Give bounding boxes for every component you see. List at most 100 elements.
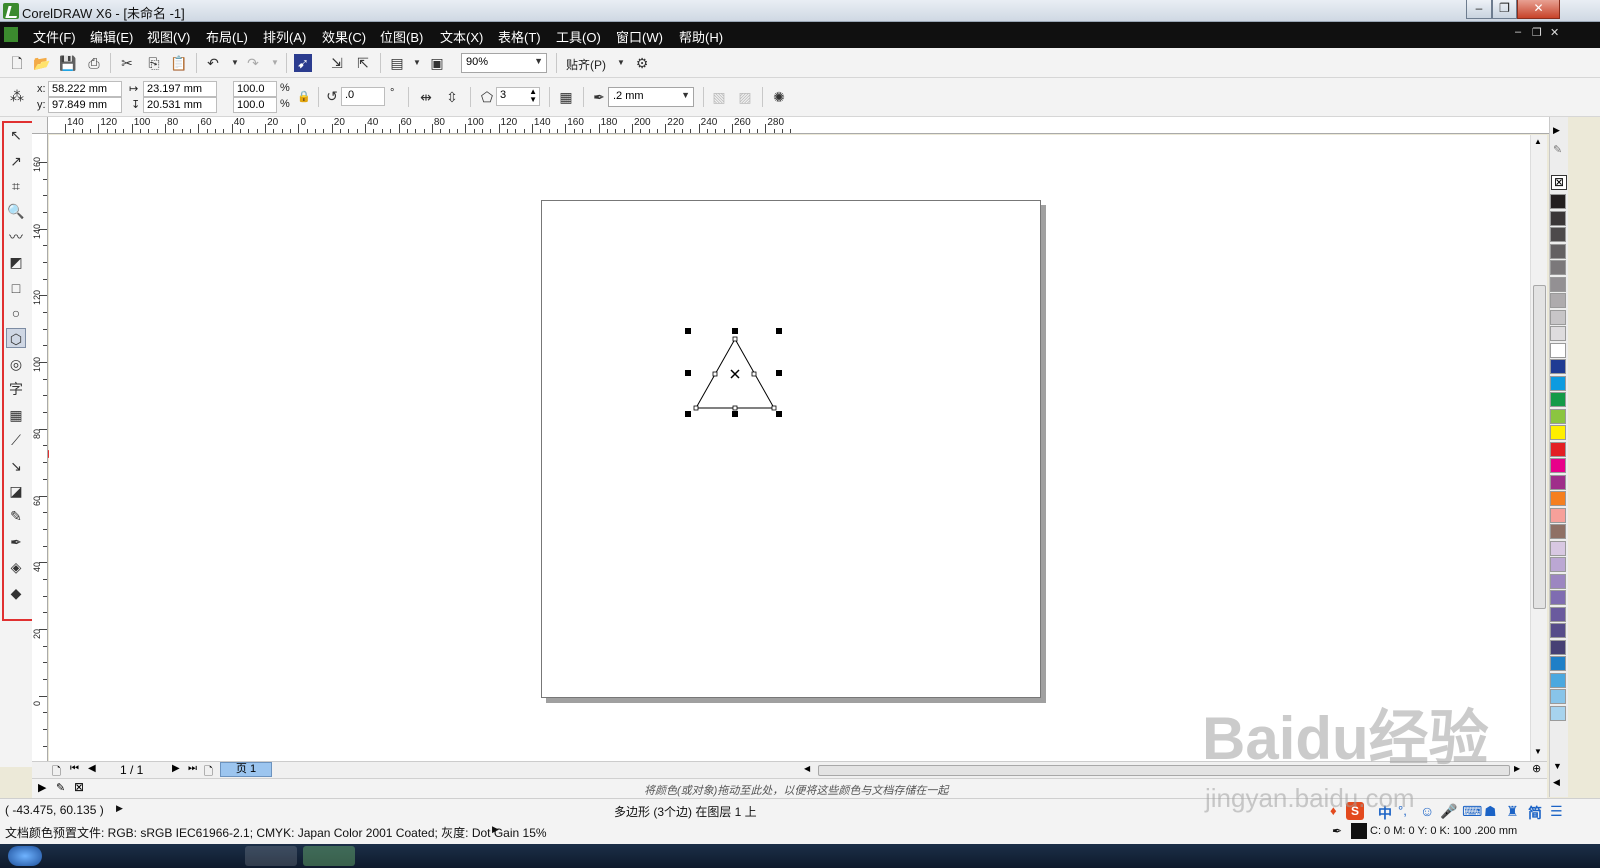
node-handle[interactable]: [732, 405, 738, 411]
ime-keyboard-icon[interactable]: ⌨: [1462, 803, 1482, 820]
undo-icon[interactable]: ↶: [204, 54, 222, 72]
new-document-icon[interactable]: 🗋: [8, 54, 26, 72]
menu-effects[interactable]: 效果(C): [322, 27, 366, 46]
doc-palette-arrow-icon[interactable]: ▶: [38, 781, 46, 794]
ime-voice-icon[interactable]: 🎤: [1440, 803, 1457, 820]
scroll-up-icon[interactable]: ▲: [1534, 137, 1542, 146]
palette-swatch[interactable]: [1550, 408, 1566, 424]
redo-dropdown-icon[interactable]: ▼: [266, 54, 284, 72]
menu-help[interactable]: 帮助(H): [679, 27, 723, 46]
save-icon[interactable]: 💾: [59, 54, 77, 72]
palette-swatch[interactable]: [1550, 342, 1566, 358]
palette-swatch[interactable]: [1550, 524, 1566, 539]
copy-icon[interactable]: ⎘: [145, 54, 163, 72]
full-screen-preview-icon[interactable]: ▣: [428, 54, 446, 72]
menu-bitmaps[interactable]: 位图(B): [380, 27, 423, 46]
palette-swatch[interactable]: [1550, 260, 1566, 275]
width-field[interactable]: 23.197 mm: [143, 81, 217, 97]
menu-table[interactable]: 表格(T): [498, 27, 541, 46]
palette-swatch[interactable]: [1550, 491, 1566, 506]
doc-minimize-icon[interactable]: –: [1515, 26, 1521, 38]
import-icon[interactable]: ⇲: [328, 54, 346, 72]
palette-scroll-down-icon[interactable]: ▼: [1553, 761, 1562, 771]
profile-expand-icon[interactable]: ▶: [492, 824, 499, 835]
palette-swatch[interactable]: [1550, 425, 1566, 440]
palette-swatch[interactable]: [1550, 705, 1566, 721]
coords-expand-icon[interactable]: ▶: [116, 803, 123, 814]
minimize-button[interactable]: –: [1466, 0, 1492, 19]
selected-polygon[interactable]: [680, 324, 790, 424]
selection-handle[interactable]: [732, 328, 738, 334]
ime-skin-icon[interactable]: ☗: [1484, 803, 1497, 820]
horizontal-ruler[interactable]: 140 120 100 80 60 40 20 0 20 40 60 80 100 120 140 160 18…: [48, 117, 1551, 134]
palette-swatch[interactable]: [1550, 309, 1566, 325]
palette-swatch[interactable]: [1550, 639, 1566, 655]
menu-file[interactable]: 文件(F): [33, 27, 76, 46]
paste-icon[interactable]: 📋: [170, 54, 188, 72]
palette-swatch[interactable]: [1550, 210, 1566, 226]
node-handle[interactable]: [771, 405, 777, 411]
scale-y-field[interactable]: 100.0: [233, 97, 277, 113]
palette-swatch[interactable]: [1550, 507, 1566, 523]
palette-swatch[interactable]: [1550, 689, 1566, 704]
ime-user-icon[interactable]: ♜: [1506, 803, 1519, 820]
selection-handle[interactable]: [685, 328, 691, 334]
print-icon[interactable]: ⎙: [85, 54, 103, 72]
snap-dropdown-icon[interactable]: ▼: [612, 54, 630, 72]
palette-swatch[interactable]: [1550, 392, 1566, 407]
palette-swatch[interactable]: [1550, 227, 1566, 242]
palette-swatch[interactable]: [1550, 606, 1566, 622]
palette-swatch[interactable]: [1550, 557, 1566, 572]
cut-icon[interactable]: ✂: [118, 54, 136, 72]
selection-handle[interactable]: [685, 411, 691, 417]
first-page-icon[interactable]: ⏮: [70, 763, 79, 774]
outline-width-select[interactable]: .2 mm ▼: [608, 87, 694, 107]
rotation-angle-field[interactable]: .0: [341, 87, 385, 106]
node-handle[interactable]: [712, 371, 718, 377]
no-fill-swatch[interactable]: ⊠: [1551, 175, 1567, 190]
object-origin-icon[interactable]: ⁂: [8, 87, 26, 105]
start-button[interactable]: [8, 846, 42, 866]
palette-swatch[interactable]: [1550, 573, 1566, 589]
publish-pdf-icon[interactable]: ▤: [388, 54, 406, 72]
wrap-text-icon[interactable]: ▦: [557, 88, 575, 106]
snap-to-button[interactable]: 贴齐(P): [566, 56, 606, 73]
palette-swatch[interactable]: [1550, 590, 1566, 605]
close-button[interactable]: ✕: [1517, 0, 1560, 19]
node-handle[interactable]: [732, 336, 738, 342]
palette-swatch[interactable]: [1550, 672, 1566, 688]
palette-swatch[interactable]: [1550, 194, 1566, 209]
palette-scroll-up-icon[interactable]: ▶: [1553, 125, 1560, 136]
menu-arrange[interactable]: 排列(A): [263, 27, 306, 46]
palette-swatch[interactable]: [1550, 293, 1566, 308]
last-page-icon[interactable]: ⏭: [188, 763, 197, 774]
node-handle[interactable]: [751, 371, 757, 377]
center-marker-icon[interactable]: [730, 369, 740, 379]
vertical-ruler[interactable]: 160 140 120 100 80 60 40 20 0: [32, 134, 48, 762]
palette-swatch[interactable]: [1550, 540, 1566, 556]
options-icon[interactable]: ⚙: [633, 54, 651, 72]
selection-handle[interactable]: [732, 411, 738, 417]
doc-close-icon[interactable]: ✕: [1550, 26, 1559, 39]
menu-text[interactable]: 文本(X): [440, 27, 483, 46]
taskbar-coreldraw-button[interactable]: [303, 846, 355, 866]
fill-color-swatch[interactable]: [1351, 823, 1367, 839]
taskbar-app-button[interactable]: [245, 846, 297, 866]
convert-to-curves-icon[interactable]: ✺: [770, 88, 788, 106]
color-profile-info[interactable]: 文档颜色预置文件: RGB: sRGB IEC61966-2.1; CMYK: …: [5, 824, 547, 841]
doc-eyedropper-icon[interactable]: ✎: [56, 781, 65, 794]
selection-handle[interactable]: [776, 411, 782, 417]
eyedropper-icon[interactable]: ✎: [1553, 143, 1562, 156]
palette-swatch[interactable]: [1550, 656, 1566, 671]
menu-view[interactable]: 视图(V): [147, 27, 190, 46]
scroll-right-icon[interactable]: ▶: [1514, 764, 1520, 773]
menu-tools[interactable]: 工具(O): [556, 27, 601, 46]
x-position-field[interactable]: 58.222 mm: [48, 81, 122, 97]
menu-edit[interactable]: 编辑(E): [90, 27, 133, 46]
search-content-icon[interactable]: ➹: [294, 54, 312, 72]
page-tab-1[interactable]: 页 1: [220, 762, 272, 777]
palette-swatch[interactable]: [1550, 375, 1566, 391]
redo-icon[interactable]: ↷: [244, 54, 262, 72]
publish-dropdown-icon[interactable]: ▼: [408, 54, 426, 72]
document-page[interactable]: [541, 200, 1041, 698]
